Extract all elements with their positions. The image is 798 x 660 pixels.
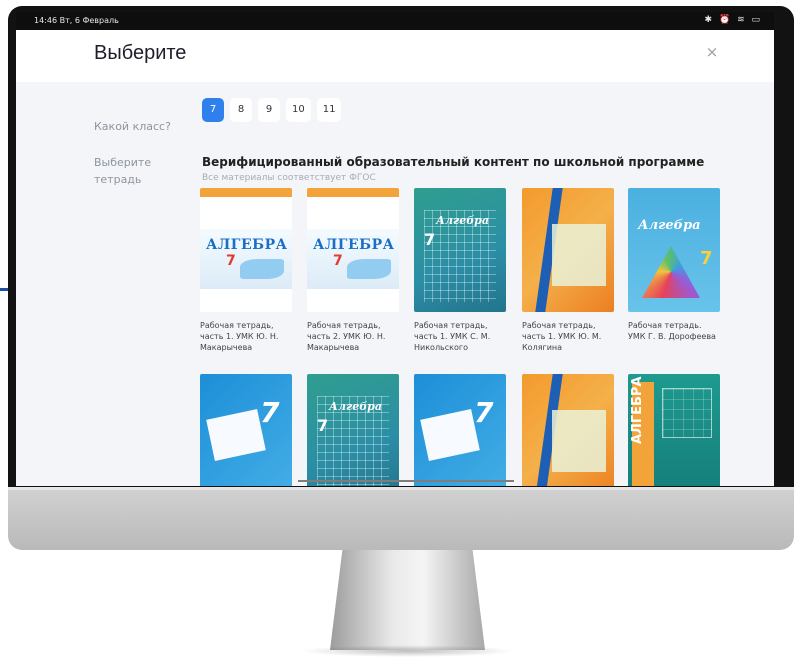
cover-grade: 7 bbox=[226, 253, 236, 269]
book-cover[interactable]: 7 bbox=[200, 374, 292, 486]
section-heading: Верифицированный образовательный контент… bbox=[202, 155, 705, 169]
cover-panel bbox=[552, 224, 606, 286]
stand-shadow bbox=[300, 645, 515, 657]
section-subheading: Все материалы соответствует ФГОС bbox=[202, 173, 376, 183]
book-caption: Рабочая тетрадь, часть 2. УМК Ю. Н. Мака… bbox=[307, 321, 386, 352]
cover-grade: 7 bbox=[474, 396, 494, 429]
cover-swoosh bbox=[347, 259, 391, 279]
cover-title: АЛГЕБРА bbox=[313, 237, 395, 253]
book-caption: Рабочая тетрадь, часть 1. УМК Ю. М. Коля… bbox=[522, 321, 602, 352]
cover-title: АЛГЕБРА bbox=[630, 376, 645, 444]
monitor-stand bbox=[330, 550, 485, 650]
book-card[interactable]: Алгебра 7 Рабочая тетрадь. УМК Г. В. Дор… bbox=[628, 188, 720, 342]
book-card[interactable]: Алгебра 7 Рабочая тетрадь, часть 1. УМК … bbox=[414, 188, 506, 353]
scroll-indicator[interactable] bbox=[298, 480, 514, 482]
cover-title: Алгебра bbox=[638, 218, 701, 233]
grade-option-8[interactable]: 8 bbox=[230, 98, 252, 122]
grade-option-10[interactable]: 10 bbox=[286, 98, 311, 122]
cover-grade: 7 bbox=[317, 416, 329, 435]
wifi-icon: ≋ bbox=[737, 15, 747, 25]
dialog-header: Выберите × bbox=[16, 30, 774, 82]
book-card[interactable]: 7 bbox=[200, 374, 292, 486]
monitor-screen: 14:46 Вт, 6 Февраль ✱ ⏰ ≋ ▭ Выберите × К… bbox=[16, 12, 774, 486]
grade-option-9[interactable]: 9 bbox=[258, 98, 280, 122]
book-cover[interactable]: АЛГЕБРА bbox=[628, 374, 720, 486]
cover-pyramid-art bbox=[642, 246, 700, 298]
close-icon[interactable]: × bbox=[704, 44, 720, 60]
cover-plot bbox=[662, 388, 712, 438]
cover-sheet bbox=[420, 409, 480, 461]
book-cover[interactable]: АЛГЕБРА 7 bbox=[200, 188, 292, 312]
select-dialog: Выберите × Какой класс? 7 8 9 10 11 Выбе… bbox=[16, 30, 774, 486]
book-cover[interactable] bbox=[522, 374, 614, 486]
book-caption: Рабочая тетрадь. УМК Г. В. Дорофеева bbox=[628, 321, 716, 341]
status-bar: 14:46 Вт, 6 Февраль ✱ ⏰ ≋ ▭ bbox=[16, 12, 774, 30]
book-card[interactable]: АЛГЕБРА 7 Рабочая тетрадь, часть 1. УМК … bbox=[200, 188, 292, 353]
cover-panel bbox=[552, 410, 606, 472]
book-card[interactable] bbox=[522, 374, 614, 486]
book-caption: Рабочая тетрадь, часть 1. УМК С. М. Нико… bbox=[414, 321, 491, 352]
cover-title: Алгебра bbox=[436, 214, 489, 227]
book-cover[interactable]: Алгебра 7 bbox=[628, 188, 720, 312]
book-cover[interactable]: АЛГЕБРА 7 bbox=[307, 188, 399, 312]
grade-option-7[interactable]: 7 bbox=[202, 98, 224, 122]
bluetooth-icon: ✱ bbox=[704, 15, 715, 25]
cover-title: АЛГЕБРА bbox=[206, 237, 288, 253]
cover-sheet bbox=[206, 409, 266, 461]
book-card[interactable]: АЛГЕБРА bbox=[628, 374, 720, 486]
cover-grade: 7 bbox=[333, 253, 343, 269]
grade-selector: 7 8 9 10 11 bbox=[202, 98, 342, 122]
book-card[interactable]: 7 bbox=[414, 374, 506, 486]
book-caption: Рабочая тетрадь, часть 1. УМК Ю. Н. Мака… bbox=[200, 321, 279, 352]
grade-option-11[interactable]: 11 bbox=[316, 98, 342, 122]
cover-grade: 7 bbox=[260, 396, 280, 429]
book-cover[interactable] bbox=[522, 188, 614, 312]
monitor-chin-edge bbox=[8, 487, 794, 490]
status-icons: ✱ ⏰ ≋ ▭ bbox=[705, 15, 762, 25]
battery-icon: ▭ bbox=[751, 15, 762, 25]
notebook-label: Выберите тетрадь bbox=[94, 156, 152, 186]
book-card[interactable]: Алгебра 7 bbox=[307, 374, 399, 486]
grade-label: Какой класс? bbox=[94, 120, 171, 133]
alarm-icon: ⏰ bbox=[718, 15, 733, 25]
dialog-title: Выберите bbox=[94, 42, 187, 64]
book-card[interactable]: АЛГЕБРА 7 Рабочая тетрадь, часть 2. УМК … bbox=[307, 188, 399, 353]
cover-grade: 7 bbox=[424, 230, 436, 249]
monitor-chin bbox=[8, 487, 794, 550]
status-time: 14:46 Вт, 6 Февраль bbox=[34, 16, 119, 25]
book-cover[interactable]: Алгебра 7 bbox=[307, 374, 399, 486]
book-cover[interactable]: Алгебра 7 bbox=[414, 188, 506, 312]
book-cover[interactable]: 7 bbox=[414, 374, 506, 486]
cover-swoosh bbox=[240, 259, 284, 279]
cover-title: Алгебра bbox=[329, 400, 382, 413]
book-card[interactable]: Рабочая тетрадь, часть 1. УМК Ю. М. Коля… bbox=[522, 188, 614, 353]
cover-grade: 7 bbox=[700, 248, 713, 269]
